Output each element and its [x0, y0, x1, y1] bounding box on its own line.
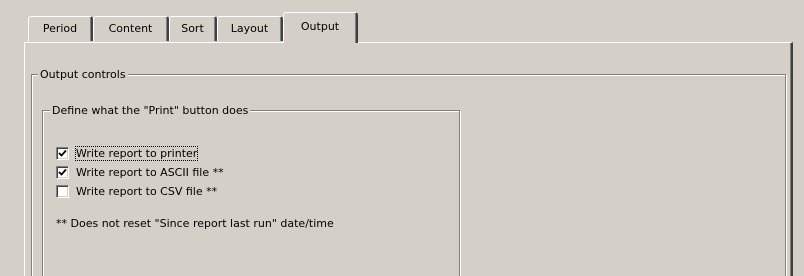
write-to-ascii-checkbox[interactable]	[56, 166, 69, 179]
report-options-dialog: Period Content Sort Layout Output Output…	[0, 0, 804, 276]
print-button-group: Define what the "Print" button does Writ…	[42, 103, 460, 276]
write-to-csv-checkbox[interactable]	[56, 185, 69, 198]
reset-note: ** Does not reset "Since report last run…	[56, 217, 334, 230]
write-to-printer-checkbox[interactable]	[56, 147, 69, 160]
tab-output-label: Output	[300, 20, 340, 33]
check-icon	[58, 149, 67, 157]
print-button-group-title: Define what the "Print" button does	[50, 103, 251, 118]
tab-output[interactable]: Output	[283, 12, 358, 43]
write-to-printer-label[interactable]: Write report to printer	[74, 146, 199, 161]
output-controls-group: Output controls Define what the "Print" …	[31, 67, 786, 276]
tab-sort[interactable]: Sort	[169, 16, 217, 41]
check-icon	[58, 168, 67, 176]
write-to-printer-option[interactable]: Write report to printer	[56, 145, 199, 162]
write-to-ascii-option[interactable]: Write report to ASCII file **	[56, 164, 224, 181]
tab-content[interactable]: Content	[93, 16, 169, 41]
tab-period-label: Period	[42, 22, 78, 35]
tab-period[interactable]: Period	[28, 16, 93, 41]
write-to-ascii-label[interactable]: Write report to ASCII file **	[76, 166, 224, 179]
write-to-csv-label[interactable]: Write report to CSV file **	[76, 185, 217, 198]
write-to-csv-option[interactable]: Write report to CSV file **	[56, 183, 217, 200]
tab-content-label: Content	[108, 22, 153, 35]
output-controls-title: Output controls	[38, 67, 128, 82]
output-tab-page: Output controls Define what the "Print" …	[24, 42, 793, 276]
tab-layout-label: Layout	[230, 22, 269, 35]
tab-sort-label: Sort	[181, 22, 204, 35]
tab-layout[interactable]: Layout	[217, 16, 283, 41]
